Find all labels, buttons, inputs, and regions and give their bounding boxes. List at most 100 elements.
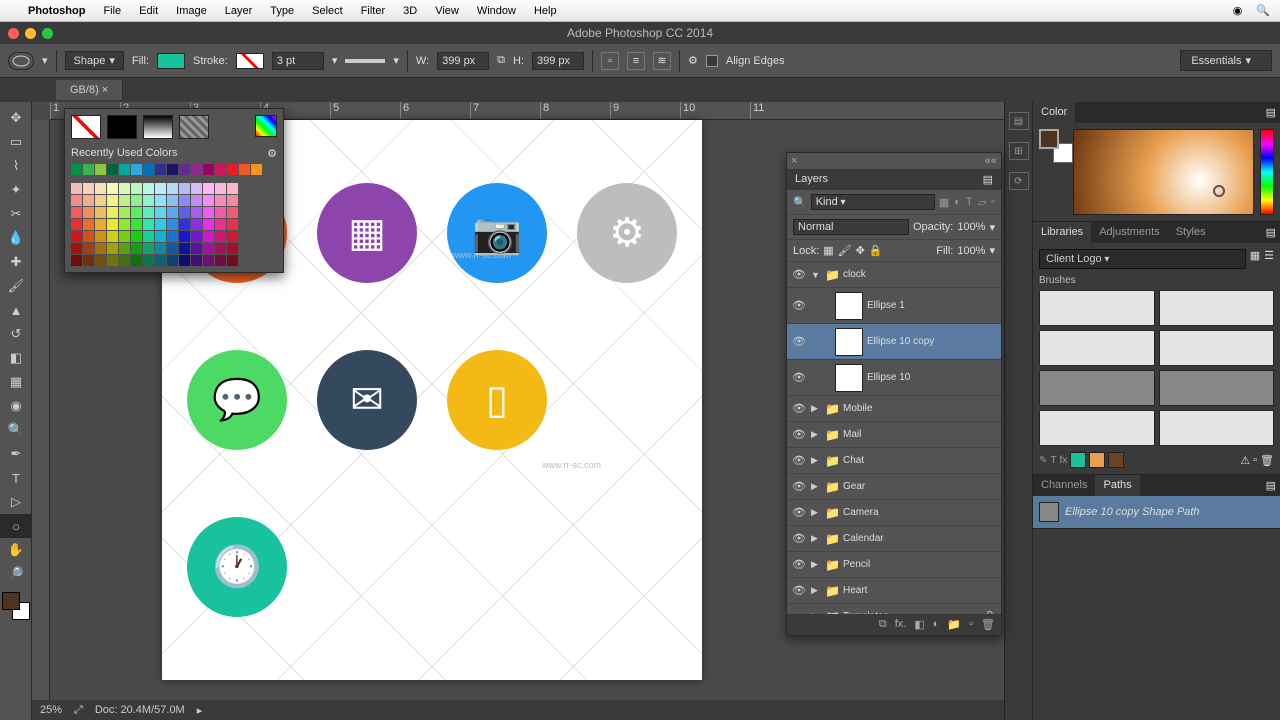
swatch-color[interactable] [179, 183, 190, 194]
gear-icon[interactable]: ⚙ [688, 54, 698, 67]
marquee-tool[interactable]: ▭ [0, 130, 32, 154]
layer-row[interactable]: 👁▶📁Mobile [787, 396, 1001, 422]
swatch-color[interactable] [83, 255, 94, 266]
swatch-color[interactable] [155, 255, 166, 266]
swatch-color[interactable] [119, 207, 130, 218]
swatch-color[interactable] [227, 231, 238, 242]
layer-name[interactable]: Pencil [843, 559, 870, 570]
layer-row[interactable]: 👁▶📁Gear [787, 474, 1001, 500]
dodge-tool[interactable]: 🔍 [0, 418, 32, 442]
app-name[interactable]: Photoshop [28, 5, 85, 17]
fill-swatch[interactable] [157, 53, 185, 69]
layer-row[interactable]: 👁▶📁Camera [787, 500, 1001, 526]
swatch-color[interactable] [191, 183, 202, 194]
color-chip[interactable] [1070, 452, 1086, 468]
zoom-tool[interactable]: 🔎 [0, 562, 32, 586]
swatch-color[interactable] [83, 164, 94, 175]
new-item-icon[interactable]: ▫ [1253, 454, 1257, 466]
swatch-color[interactable] [191, 219, 202, 230]
char-icon[interactable]: ⟳ [1009, 172, 1029, 190]
swatch-color[interactable] [119, 219, 130, 230]
shape-mode-dropdown[interactable]: Shape ▾ [65, 51, 124, 70]
lock-pixels-icon[interactable]: 🖌 [838, 244, 852, 257]
color-chip[interactable] [1108, 452, 1124, 468]
fill-value[interactable]: 100% [957, 245, 985, 257]
swatch-color[interactable] [71, 219, 82, 230]
swatch-color[interactable] [179, 207, 190, 218]
align-icon[interactable]: ≡ [627, 52, 645, 70]
path-item[interactable]: Ellipse 10 copy Shape Path [1033, 496, 1280, 528]
gradient-swatch[interactable] [143, 115, 173, 139]
brush-preset[interactable] [1039, 290, 1155, 326]
layer-filter-kind[interactable]: Kind ▾ [811, 194, 935, 210]
color-wells[interactable] [2, 592, 30, 620]
swatch-color[interactable] [83, 231, 94, 242]
list-view-icon[interactable]: ☰ [1264, 249, 1274, 269]
swatch-color[interactable] [95, 231, 106, 242]
swatch-color[interactable] [131, 164, 142, 175]
window-maximize-button[interactable] [42, 28, 53, 39]
eyedropper-tool[interactable]: 💧 [0, 226, 32, 250]
visibility-icon[interactable]: 👁 [791, 428, 807, 441]
stamp-tool[interactable]: ▲ [0, 298, 32, 322]
layer-row[interactable]: 👁 Ellipse 1 [787, 288, 1001, 324]
history-brush-tool[interactable]: ↺ [0, 322, 32, 346]
layer-name[interactable]: Mail [843, 429, 861, 440]
menu-select[interactable]: Select [312, 5, 343, 17]
layer-row[interactable]: 👁▶📁Pencil [787, 552, 1001, 578]
workspace-dropdown[interactable]: Essentials ▾ [1180, 50, 1272, 71]
layer-name[interactable]: Chat [843, 455, 864, 466]
layer-row[interactable]: 👁▼📁clock [787, 262, 1001, 288]
swatch-color[interactable] [215, 231, 226, 242]
lock-pos-icon[interactable]: ✥ [856, 244, 865, 257]
swatch-color[interactable] [215, 243, 226, 254]
layer-name[interactable]: Heart [843, 585, 867, 596]
swatch-color[interactable] [155, 243, 166, 254]
swatch-color[interactable] [179, 164, 190, 175]
swatch-color[interactable] [215, 195, 226, 206]
swatch-color[interactable] [83, 219, 94, 230]
solid-swatch[interactable] [107, 115, 137, 139]
stroke-swatch[interactable] [236, 53, 264, 69]
layer-thumbnail[interactable] [835, 292, 863, 320]
warning-icon[interactable]: ⚠ [1240, 454, 1250, 467]
swatch-color[interactable] [155, 164, 166, 175]
arrange-icon[interactable]: ≋ [653, 52, 671, 70]
swatch-color[interactable] [71, 207, 82, 218]
swatch-color[interactable] [131, 183, 142, 194]
layer-name[interactable]: Ellipse 1 [867, 300, 905, 311]
ellipse-tool[interactable]: ○ [0, 514, 32, 538]
swatch-color[interactable] [107, 255, 118, 266]
menu-help[interactable]: Help [534, 5, 557, 17]
layer-name[interactable]: Ellipse 10 [867, 372, 910, 383]
swatch-color[interactable] [71, 231, 82, 242]
paths-tab[interactable]: Paths [1095, 475, 1139, 496]
swatch-color[interactable] [203, 195, 214, 206]
color-tab[interactable]: Color [1033, 102, 1075, 123]
swatch-color[interactable] [131, 243, 142, 254]
swatch-color[interactable] [107, 183, 118, 194]
fx-icon[interactable]: fx. [895, 618, 907, 631]
gradient-tool[interactable]: ▦ [0, 370, 32, 394]
swatch-color[interactable] [131, 231, 142, 242]
swatch-color[interactable] [167, 195, 178, 206]
window-close-button[interactable] [8, 28, 19, 39]
library-dropdown[interactable]: Client Logo ▾ [1039, 249, 1246, 269]
layer-row[interactable]: 👁▶📁Calendar [787, 526, 1001, 552]
twist-icon[interactable]: ▶ [811, 559, 821, 570]
swatch-color[interactable] [167, 255, 178, 266]
swatch-color[interactable] [167, 164, 178, 175]
history-icon[interactable]: ▤ [1009, 112, 1029, 130]
visibility-icon[interactable]: 👁 [791, 299, 807, 312]
swatch-color[interactable] [71, 164, 82, 175]
swatch-color[interactable] [71, 183, 82, 194]
foreground-color-well[interactable] [2, 592, 20, 610]
swatch-color[interactable] [83, 183, 94, 194]
move-tool[interactable]: ✥ [0, 106, 32, 130]
menu-image[interactable]: Image [176, 5, 207, 17]
swatch-color[interactable] [179, 195, 190, 206]
swatch-color[interactable] [95, 207, 106, 218]
layer-name[interactable]: Camera [843, 507, 879, 518]
swatch-color[interactable] [203, 255, 214, 266]
magic-wand-tool[interactable]: ✦ [0, 178, 32, 202]
